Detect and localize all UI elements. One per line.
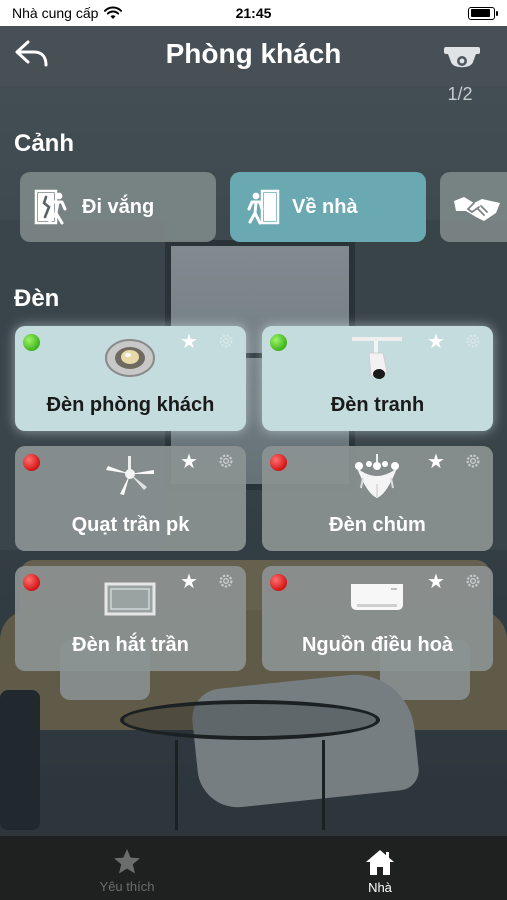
status-indicator (270, 334, 287, 351)
status-bar: Nhà cung cấp 21:45 (0, 0, 507, 26)
settings-gear-icon[interactable] (464, 452, 482, 470)
handshake-icon (454, 197, 500, 221)
scene-home-button[interactable]: Về nhà (230, 172, 426, 242)
page-title: Phòng khách (165, 38, 342, 69)
air-conditioner-icon (351, 584, 403, 610)
cove-light-icon (104, 582, 156, 616)
battery-icon (468, 6, 498, 20)
scene-away-label: Đi vắng (82, 195, 155, 218)
device-card-living-room-light[interactable]: ★ Đèn phòng khách (15, 326, 246, 431)
device-label: Đèn tranh (330, 394, 425, 416)
favorite-star-icon[interactable]: ★ (180, 451, 198, 473)
status-indicator (23, 334, 40, 351)
favorite-star-icon[interactable]: ★ (427, 571, 445, 593)
device-label: Đèn phòng khách (46, 394, 215, 416)
device-card-chandelier[interactable]: ★ Đèn chùm (262, 446, 493, 551)
downlight-icon (105, 339, 155, 377)
status-indicator (270, 574, 287, 591)
favorite-star-icon[interactable]: ★ (427, 331, 445, 353)
favorite-star-icon[interactable]: ★ (427, 451, 445, 473)
status-indicator (23, 574, 40, 591)
device-card-ceiling-fan[interactable]: ★ Quạt trần pk (15, 446, 246, 551)
device-label: Đèn hắt trần (72, 634, 189, 656)
tab-favorites-label: Yêu thích (99, 879, 155, 894)
scene-away-button[interactable]: Đi vắng (20, 172, 216, 242)
device-label: Nguồn điều hoà (301, 634, 454, 656)
settings-gear-icon[interactable] (217, 572, 235, 590)
settings-gear-icon[interactable] (464, 332, 482, 350)
chandelier-icon (355, 454, 399, 498)
device-label: Quạt trần pk (71, 514, 190, 536)
home-icon (366, 850, 394, 875)
scene-guest-button[interactable] (440, 172, 507, 242)
device-card-picture-light[interactable]: ★ Đèn tranh (262, 326, 493, 431)
device-label: Đèn chùm (329, 514, 426, 536)
status-indicator (270, 454, 287, 471)
settings-gear-icon[interactable] (217, 332, 235, 350)
battery-level (470, 9, 491, 17)
scene-home-label: Về nhà (292, 195, 358, 218)
track-light-icon (352, 337, 402, 379)
device-card-cove-light[interactable]: ★ Đèn hắt trần (15, 566, 246, 671)
tab-home-label: Nhà (368, 880, 392, 895)
carrier-label: Nhà cung cấp (12, 5, 99, 21)
tab-home[interactable]: Nhà (310, 836, 450, 900)
favorite-star-icon[interactable]: ★ (180, 571, 198, 593)
page-indicator: 1/2 (447, 84, 473, 104)
wifi-icon (104, 6, 123, 19)
camera-button[interactable] (440, 44, 484, 74)
star-icon (114, 849, 140, 874)
favorite-star-icon[interactable]: ★ (180, 331, 198, 353)
ceiling-fan-icon (106, 456, 154, 495)
come-home-icon (247, 189, 280, 225)
tab-favorites[interactable]: Yêu thích (57, 836, 197, 900)
settings-gear-icon[interactable] (464, 572, 482, 590)
settings-gear-icon[interactable] (217, 452, 235, 470)
security-camera-icon (444, 47, 480, 68)
leave-home-icon (34, 189, 67, 225)
bottom-tab-bar: Yêu thích Nhà (0, 836, 507, 900)
app-header: Phòng khách (0, 26, 507, 86)
device-card-air-conditioner-power[interactable]: ★ Nguồn điều hoà (262, 566, 493, 671)
lights-section-title: Đèn (14, 285, 60, 312)
status-indicator (23, 454, 40, 471)
scenes-section-title: Cảnh (14, 130, 74, 157)
